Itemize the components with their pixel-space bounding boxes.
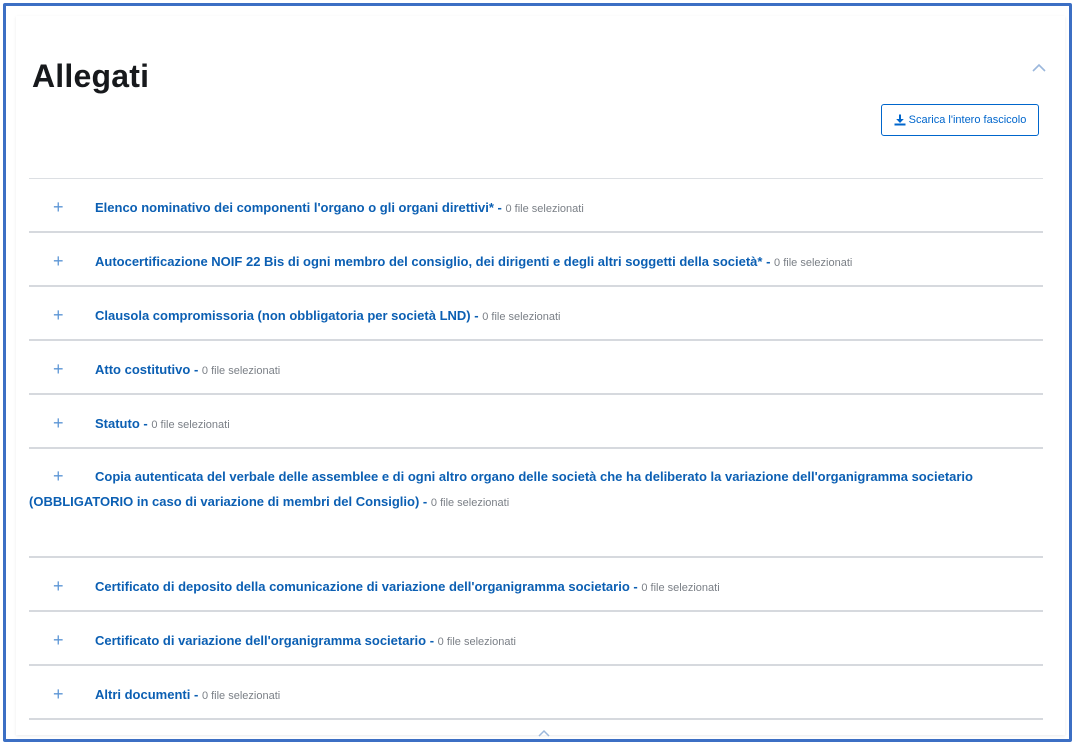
separator: - (193, 687, 199, 702)
page-title: Allegati (32, 58, 150, 94)
attachment-label: Autocertificazione NOIF 22 Bis di ogni m… (95, 254, 763, 269)
plus-icon[interactable]: + (53, 413, 73, 434)
attachment-item-autocertificazione[interactable]: + Autocertificazione NOIF 22 Bis di ogni … (29, 233, 1043, 287)
separator: - (766, 254, 771, 269)
separator: - (143, 416, 148, 431)
attachment-item-altri-documenti[interactable]: + Altri documenti - 0 file selezionati (29, 666, 1043, 720)
file-count: 0 file selezionati (505, 203, 584, 215)
attachment-item-statuto[interactable]: + Statuto - 0 file selezionati (29, 395, 1043, 449)
file-count: 0 file selezionati (430, 497, 510, 509)
chevron-up-icon[interactable] (536, 728, 552, 738)
file-count: 0 file selezionati (482, 311, 561, 323)
separator: - (193, 362, 199, 377)
plus-icon[interactable]: + (53, 464, 73, 489)
attachment-item-verbale[interactable]: + Copia autenticata del verbale delle ass… (29, 449, 1043, 558)
attachment-label: Certificato di variazione dell'organigra… (95, 633, 427, 648)
plus-icon[interactable]: + (53, 684, 73, 705)
attachment-label: Elenco nominativo dei componenti l'organ… (95, 200, 494, 215)
file-count: 0 file selezionati (201, 365, 281, 377)
attachment-label: Statuto (95, 416, 140, 431)
separator: - (497, 200, 502, 215)
separator: - (474, 308, 479, 323)
attachment-label: Atto costitutivo (95, 362, 191, 377)
plus-icon[interactable]: + (53, 251, 73, 272)
separator: - (422, 494, 428, 509)
list-footer (29, 720, 1043, 739)
attachment-label: Altri documenti (95, 687, 191, 702)
attachment-item-clausola[interactable]: + Clausola compromissoria (non obbligator… (29, 287, 1043, 341)
plus-icon[interactable]: + (53, 359, 73, 380)
plus-icon[interactable]: + (53, 305, 73, 326)
plus-icon[interactable]: + (53, 197, 73, 218)
attachment-item-certificato-deposito[interactable]: + Certificato di deposito della comunicaz… (29, 558, 1043, 612)
attachments-panel: Allegati Scarica l'intero fascicolo + Ele… (16, 16, 1065, 737)
plus-icon[interactable]: + (53, 630, 73, 651)
chevron-up-icon[interactable] (1030, 61, 1048, 75)
plus-icon[interactable]: + (53, 576, 73, 597)
attachment-label: Clausola compromissoria (non obbligatori… (95, 308, 471, 323)
download-all-label: Scarica l'intero fascicolo (908, 114, 1027, 126)
attachment-item-elenco[interactable]: + Elenco nominativo dei componenti l'orga… (29, 179, 1043, 233)
file-count: 0 file selezionati (641, 582, 720, 594)
attachment-item-certificato-variazione[interactable]: + Certificato di variazione dell'organigr… (29, 612, 1043, 666)
attachment-item-atto-costitutivo[interactable]: + Atto costitutivo - 0 file selezionati (29, 341, 1043, 395)
file-count: 0 file selezionati (151, 419, 230, 431)
attachments-list: + Elenco nominativo dei componenti l'orga… (29, 178, 1043, 739)
download-icon (894, 114, 906, 126)
separator: - (633, 579, 638, 594)
separator: - (429, 633, 435, 648)
download-all-button[interactable]: Scarica l'intero fascicolo (881, 104, 1039, 136)
file-count: 0 file selezionati (437, 636, 516, 648)
file-count: 0 file selezionati (201, 690, 281, 702)
attachment-label: Certificato di deposito della comunicazi… (95, 579, 630, 594)
window-frame: Allegati Scarica l'intero fascicolo + Ele… (3, 3, 1072, 742)
file-count: 0 file selezionati (774, 257, 853, 269)
